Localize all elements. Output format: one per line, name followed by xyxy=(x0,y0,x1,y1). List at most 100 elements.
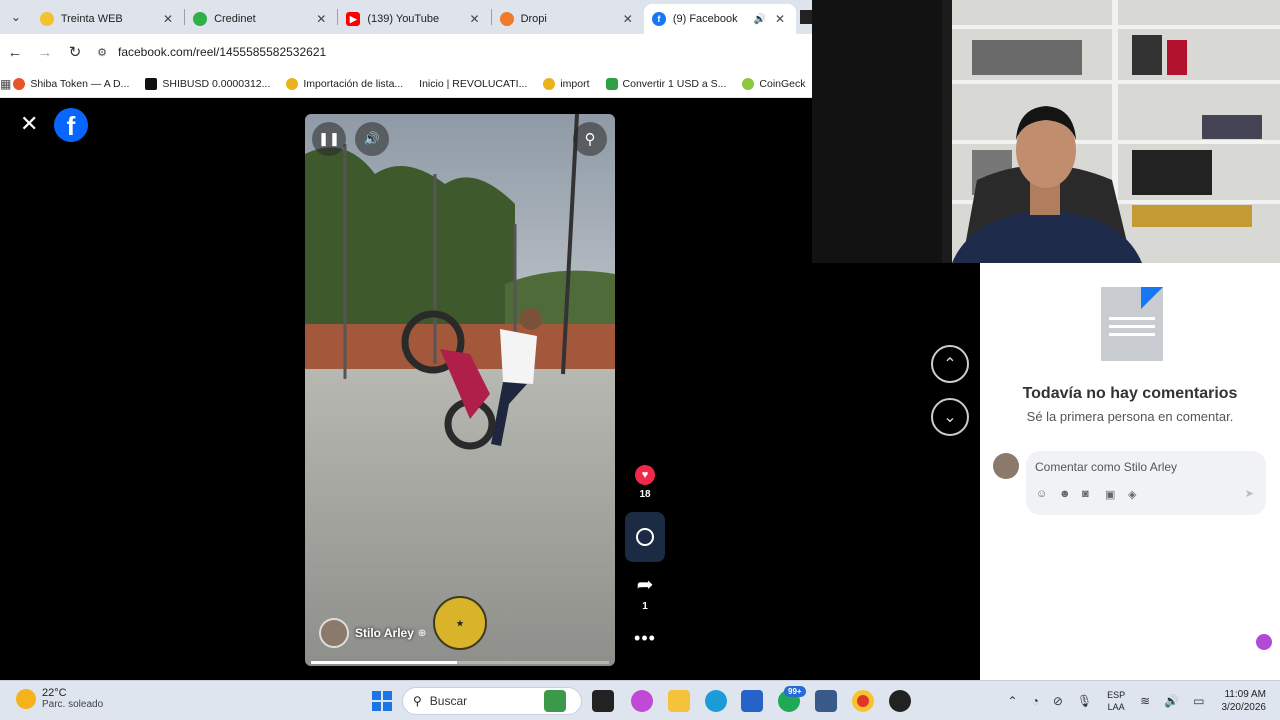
video-progress[interactable] xyxy=(311,661,609,664)
address-bar: ← → ↻ ⚙ facebook.com/reel/14555855825326… xyxy=(0,34,812,70)
apps-grid-icon[interactable]: ▦ xyxy=(0,77,11,91)
camera-icon[interactable]: ◙ xyxy=(1082,488,1105,501)
reel-actions: ♥ 18 ➦ 1 ••• xyxy=(624,465,666,649)
widgets-icon[interactable] xyxy=(544,690,566,712)
document-line xyxy=(1109,325,1155,328)
like-heart-icon[interactable]: ♥ xyxy=(635,465,655,485)
emoji-icon[interactable]: ☻ xyxy=(1059,488,1082,501)
more-options-icon[interactable]: ••• xyxy=(634,628,656,649)
tab-close-icon[interactable]: ✕ xyxy=(467,12,483,26)
calculator-icon[interactable] xyxy=(815,690,837,712)
facebook-logo-icon[interactable]: f xyxy=(54,108,88,142)
copilot-icon[interactable] xyxy=(1256,634,1272,650)
progress-fill xyxy=(311,661,458,664)
tab-facebook[interactable]: f (9) Facebook 🔊 ✕ xyxy=(643,4,797,34)
wifi-icon[interactable]: ≋ xyxy=(1140,694,1150,708)
clock[interactable]: 11:09 AM 3/20/2026 xyxy=(1222,688,1267,714)
chevron-up-icon[interactable]: ⌃ xyxy=(1008,694,1018,708)
author-name[interactable]: Stilo Arley xyxy=(355,626,414,640)
sticker-icon[interactable]: ◈ xyxy=(1128,488,1151,501)
tab-youtube[interactable]: ▶ (139) YouTube ✕ xyxy=(338,4,490,34)
youtube-favicon-icon: ▶ xyxy=(346,12,361,26)
tab-close-icon[interactable]: ✕ xyxy=(160,12,176,26)
bookmark-import[interactable]: import xyxy=(543,77,590,90)
volume-icon[interactable]: 🔊 xyxy=(355,122,389,156)
back-arrow-icon[interactable]: ← xyxy=(0,44,30,61)
tab-search-icon[interactable]: ⌄ xyxy=(0,0,32,34)
next-reel-button[interactable]: ⌄ xyxy=(931,398,969,436)
bookmark-convertir[interactable]: Convertir 1 USD a S... xyxy=(605,77,727,90)
keyboard-layout: LAA xyxy=(1107,702,1125,712)
reload-icon[interactable]: ↻ xyxy=(60,43,90,61)
shiba-icon xyxy=(13,77,26,90)
comment-button[interactable] xyxy=(625,512,665,562)
share-icon[interactable]: ➦ xyxy=(637,572,654,597)
site-info-icon[interactable]: ⚙ xyxy=(90,46,114,59)
bookmark-label: import xyxy=(560,77,590,90)
volume-icon[interactable]: 🔊 xyxy=(1164,694,1179,708)
tab-close-icon[interactable]: ✕ xyxy=(620,12,636,26)
language-indicator[interactable]: ESP LAA xyxy=(1107,689,1125,713)
date: 3/20/2026 xyxy=(1221,702,1267,713)
windows-start-icon[interactable] xyxy=(372,691,392,711)
search-icon[interactable]: ⚲ xyxy=(573,122,607,156)
forward-arrow-icon[interactable]: → xyxy=(30,44,60,61)
bookmark-shiba[interactable]: Shiba Token — A D... xyxy=(13,77,129,90)
obs-icon[interactable] xyxy=(889,690,911,712)
task-view-icon[interactable] xyxy=(592,690,614,712)
copilot-app-icon[interactable] xyxy=(631,690,653,712)
reel-author[interactable]: Stilo Arley ⊕ xyxy=(319,618,426,648)
comment-placeholder: Comentar como Stilo Arley xyxy=(1035,460,1178,474)
file-explorer-icon[interactable] xyxy=(668,690,690,712)
video-frame xyxy=(305,114,615,666)
coingecko-icon xyxy=(742,77,755,90)
webcam-frame xyxy=(812,0,1280,263)
screen: ⌄ Treinta WEB ✕ Credinet ✕ ▶ (139) YouTu… xyxy=(0,0,1280,720)
microphone-icon[interactable]: 🎙 xyxy=(1077,694,1092,708)
close-icon[interactable]: ✕ xyxy=(20,113,38,135)
avatar[interactable] xyxy=(319,618,349,648)
tab-close-icon[interactable]: ✕ xyxy=(313,12,329,26)
avatar-sticker-icon[interactable]: ☺ xyxy=(1036,488,1059,501)
tab-close-icon[interactable]: ✕ xyxy=(772,12,788,26)
chrome-icon[interactable] xyxy=(852,690,874,712)
bookmark-label: Convertir 1 USD a S... xyxy=(622,77,727,90)
pause-icon[interactable]: ❚❚ xyxy=(312,122,346,156)
previous-reel-button[interactable]: ⌃ xyxy=(931,345,969,383)
avatar[interactable] xyxy=(993,453,1019,479)
partial-tab-icon[interactable] xyxy=(800,10,813,24)
bookmark-coingecko[interactable]: CoinGeck xyxy=(742,77,806,90)
bookmark-label: Importación de lista... xyxy=(303,77,404,90)
empty-comments-title: Todavía no hay comentarios xyxy=(1022,385,1238,402)
battery-icon[interactable]: ▭ xyxy=(1193,694,1204,708)
edge-icon[interactable] xyxy=(705,690,727,712)
bookmark-importacion[interactable]: Importación de lista... xyxy=(286,77,404,90)
gif-icon[interactable]: ▣ xyxy=(1105,488,1128,501)
comments-panel: Todavía no hay comentarios Sé la primera… xyxy=(980,263,1280,680)
tab-credinet[interactable]: Credinet ✕ xyxy=(185,4,337,34)
language-code: ESP xyxy=(1107,690,1126,700)
bookmark-inicio[interactable]: Inicio | REVOLUCATI... xyxy=(419,78,527,90)
bookmark-shibusd[interactable]: SHIBUSD 0.0000312... xyxy=(145,77,270,90)
comment-input[interactable]: Comentar como Stilo Arley ☺ ☻ ◙ ▣ ◈ ➤ xyxy=(1026,451,1266,515)
weather-widget[interactable]: 22°C Parc. soleado xyxy=(16,687,103,710)
network-off-icon[interactable]: ⊘ xyxy=(1053,694,1063,708)
document-line xyxy=(1109,333,1155,336)
coin-icon xyxy=(286,77,299,90)
send-icon[interactable]: ➤ xyxy=(1245,487,1254,500)
tray-app-icon[interactable]: ◔ xyxy=(1032,694,1039,708)
weather-description: Parc. soleado xyxy=(42,699,104,710)
sun-icon xyxy=(16,688,36,709)
coin-icon xyxy=(543,77,556,90)
tab-dropi[interactable]: Dropi ✕ xyxy=(492,4,644,34)
document-corner xyxy=(1141,287,1163,309)
webcam-overlay xyxy=(812,0,1280,263)
system-tray: ⌃ ◔ ⊘ 🎙 ESP LAA ≋ 🔊 ▭ 11:09 AM 3/20/2026 xyxy=(1001,681,1280,720)
tab-title: Dropi xyxy=(520,13,547,25)
url-text[interactable]: facebook.com/reel/1455585582532621 xyxy=(118,45,326,59)
reel-video[interactable]: ❚❚ 🔊 ⚲ Stilo Arley ⊕ ★ xyxy=(305,114,615,666)
store-icon[interactable] xyxy=(741,690,763,712)
tab-treinta[interactable]: Treinta WEB ✕ xyxy=(32,4,184,34)
tab-title: (139) YouTube xyxy=(367,13,440,25)
speaker-icon[interactable]: 🔊 xyxy=(754,14,766,25)
